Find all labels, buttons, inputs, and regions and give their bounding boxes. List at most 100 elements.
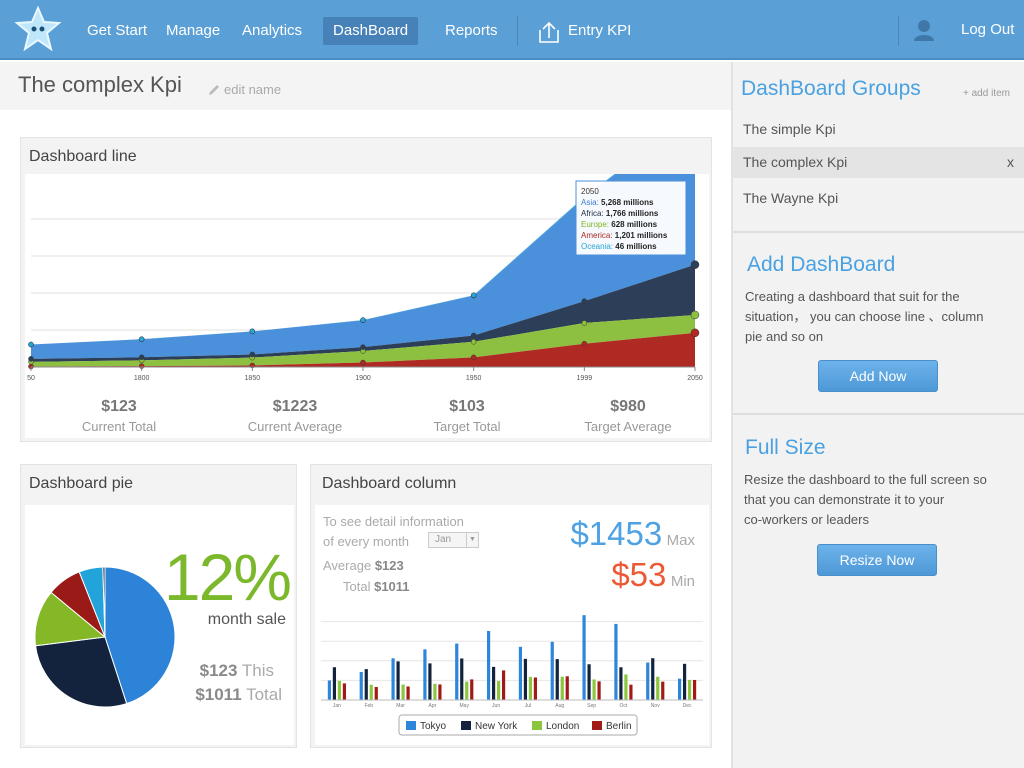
x-tick-label: Jun: [492, 703, 500, 709]
bar-london: [656, 676, 660, 700]
nav-get-start[interactable]: Get Start: [77, 17, 157, 45]
x-tick-label: Aug: [555, 703, 564, 709]
stat-label: Current Total: [81, 419, 157, 434]
max-value: $1453: [570, 515, 663, 552]
nav-analytics[interactable]: Analytics: [232, 17, 312, 45]
group-item-complex-kpi[interactable]: The complex Kpi: [743, 154, 847, 170]
min-value: $53: [611, 556, 667, 593]
bar-tokyo: [327, 680, 332, 700]
data-point: [581, 320, 588, 326]
top-navbar: Get Start Manage Analytics DashBoard Rep…: [0, 0, 1024, 60]
data-point: [28, 341, 34, 348]
remove-group-icon[interactable]: x: [1007, 154, 1014, 170]
stat-value: $103: [449, 398, 485, 415]
bar-london: [592, 679, 596, 700]
add-now-button[interactable]: Add Now: [818, 360, 938, 392]
add-dashboard-title: Add DashBoard: [747, 253, 896, 276]
bar-london: [401, 684, 405, 700]
total-label: Total: [246, 685, 282, 704]
data-point: [470, 354, 477, 361]
bar-berlin: [406, 686, 410, 700]
dashboard-groups-title: DashBoard Groups: [741, 77, 921, 100]
total-value: $1011: [374, 579, 410, 594]
data-point: [690, 260, 700, 269]
upload-icon[interactable]: [538, 20, 560, 44]
x-tick-label: Feb: [364, 703, 373, 709]
x-tick-label: 2050: [687, 375, 703, 382]
legend-label: New York: [475, 721, 518, 732]
bar-new-york: [396, 661, 400, 700]
total-stat: $1011 Total: [195, 685, 282, 705]
stat-target-average: $980 Target Average: [558, 398, 698, 434]
nav-divider-right: [898, 16, 899, 46]
nav-dashboard[interactable]: DashBoard: [323, 17, 419, 45]
bar-new-york: [619, 667, 623, 700]
tooltip-series-value: 1,766 millions: [606, 209, 659, 218]
bar-new-york: [555, 659, 559, 700]
nav-reports[interactable]: Reports: [435, 17, 508, 45]
bar-tokyo: [391, 658, 395, 700]
tooltip-row: Asia: 5,268 millions: [581, 198, 654, 207]
group-item-simple-kpi[interactable]: The simple Kpi: [743, 121, 836, 137]
stat-label: Target Total: [433, 419, 501, 434]
data-point: [360, 359, 366, 366]
star-logo-icon[interactable]: [14, 5, 62, 53]
x-tick-label: Apr: [429, 703, 437, 709]
edit-name-label: edit name: [224, 82, 282, 97]
add-text-line: pie and so on: [745, 329, 824, 344]
month-select[interactable]: Jan ▼: [428, 532, 479, 548]
stat-value: $123: [101, 398, 137, 415]
chevron-down-icon: ▼: [466, 533, 478, 547]
bar-berlin: [438, 684, 442, 700]
legend-label: Tokyo: [420, 721, 447, 732]
stat-value: $1223: [272, 398, 318, 415]
bar-london: [528, 676, 533, 700]
data-point: [581, 298, 588, 304]
bar-new-york: [587, 664, 591, 700]
legend-swatch: [461, 721, 471, 730]
bar-tokyo: [646, 662, 650, 700]
data-point: [690, 310, 700, 320]
full-text-line: that you can demonstrate it to your: [744, 492, 945, 507]
stat-value: $980: [610, 398, 646, 415]
bar-tokyo: [486, 631, 491, 700]
data-point: [360, 317, 366, 323]
line-chart-container: 50 1800 1850 1900 1950 1999 2050 2050 Asia: 5,26…: [25, 109, 709, 438]
nav-divider: [517, 16, 518, 46]
group-item-wayne-kpi[interactable]: The Wayne Kpi: [743, 190, 838, 206]
month-sale-label: month sale: [207, 611, 286, 628]
tooltip-year: 2050: [581, 187, 599, 196]
x-tick-label: Oct: [620, 703, 628, 709]
bar-tokyo: [582, 615, 586, 700]
tooltip-series-name: Oceania:: [581, 242, 615, 251]
data-point: [690, 328, 700, 338]
bar-berlin: [470, 679, 474, 700]
max-stat: $1453 Max: [570, 515, 695, 553]
nav-entry-kpi[interactable]: Entry KPI: [558, 17, 641, 45]
bar-london: [496, 681, 501, 700]
tooltip-row: America: 1,201 millions: [581, 231, 668, 240]
x-tick-label: May: [460, 703, 470, 709]
data-point: [470, 339, 477, 345]
info-line-1: To see detail information: [323, 514, 464, 529]
data-point: [470, 332, 477, 339]
bar-berlin: [374, 686, 378, 700]
stat-label: Target Average: [584, 419, 672, 434]
bar-new-york: [491, 666, 496, 700]
bar-new-york: [460, 658, 464, 700]
nav-manage[interactable]: Manage: [156, 17, 230, 45]
x-tick-label: Jul: [525, 703, 531, 709]
stat-target-total: $103 Target Total: [397, 398, 537, 434]
bar-berlin: [597, 681, 601, 700]
edit-name-link[interactable]: edit name: [208, 82, 281, 97]
x-tick-label: Nov: [651, 703, 660, 709]
resize-now-button[interactable]: Resize Now: [817, 544, 937, 576]
stat-current-average: $1223 Current Average: [225, 398, 365, 434]
add-item-link[interactable]: + add item: [963, 88, 1010, 99]
panel-title: Dashboard pie: [29, 475, 134, 492]
data-point: [138, 354, 145, 361]
this-value: $123: [199, 661, 238, 680]
user-avatar-icon[interactable]: [913, 18, 935, 42]
logout-link[interactable]: Log Out: [952, 16, 1023, 44]
pie-chart-container: 12% month sale $123 This $1011 Total: [25, 505, 294, 745]
